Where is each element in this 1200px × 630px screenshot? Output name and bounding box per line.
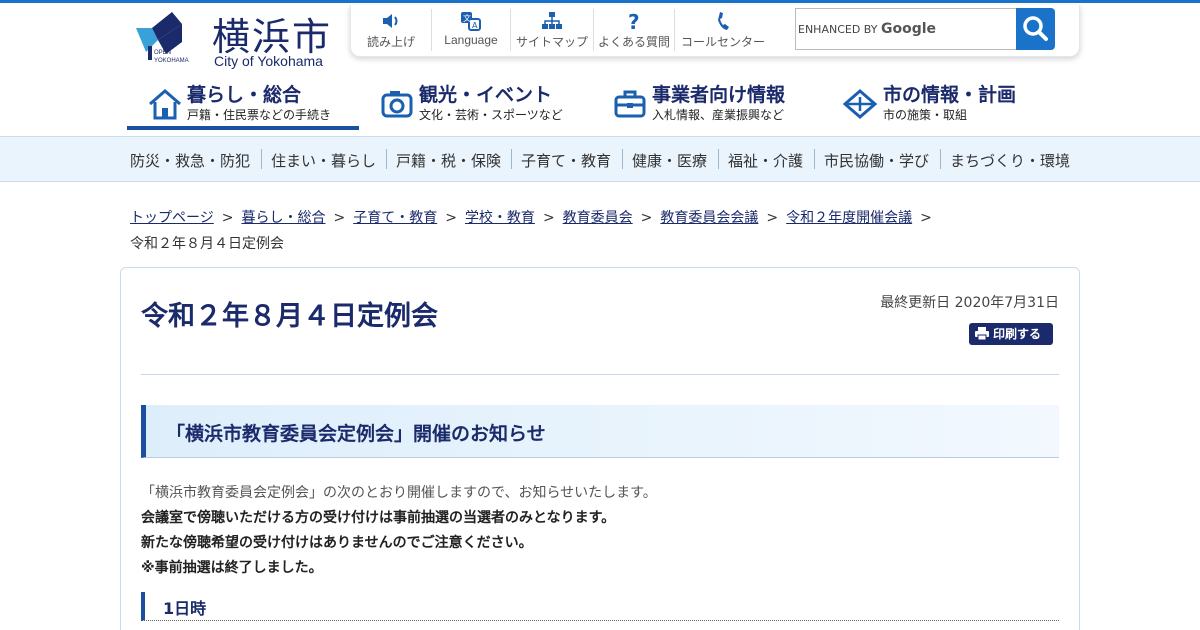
breadcrumb-separator: > (221, 210, 234, 226)
breadcrumb-separator: > (445, 210, 457, 226)
breadcrumb-separator: > (766, 210, 779, 226)
subnav-item-town-planning[interactable]: まちづくり・環境 (950, 150, 1070, 171)
sitemap-label: サイトマップ (515, 35, 588, 49)
speaker-icon (383, 14, 398, 28)
section-heading: 「横浜市教育委員会定例会」開催のお知らせ (141, 405, 1059, 458)
subnav-item-disaster[interactable]: 防災・救急・防犯 (130, 150, 250, 171)
sitemap-icon (542, 12, 562, 29)
sitemap-button[interactable]: サイトマップ (511, 11, 593, 51)
subnav-item-civic[interactable]: 市民協働・学び (824, 150, 929, 171)
subsection-heading-text: 1日時 (163, 599, 207, 618)
search-icon (1023, 16, 1048, 41)
breadcrumb-link[interactable]: 教育委員会会議 (660, 210, 758, 226)
diamond-icon (843, 89, 878, 119)
subnav-divider (622, 149, 623, 169)
nav-title: 市の情報・計画 (883, 84, 1017, 106)
svg-text:YOKOHAMA: YOKOHAMA (154, 58, 189, 64)
read-aloud-label: 読み上げ (366, 35, 415, 49)
notice-paragraph: ※事前抽選は終了しました。 (141, 560, 323, 576)
logo-subtitle: City of Yokohama (214, 53, 323, 69)
nav-item-city-info[interactable]: 市の情報・計画 市の施策・取組 (843, 78, 1063, 130)
notice-paragraph: 新たな傍聴希望の受け付けはありませんのでご注意ください。 (141, 535, 533, 551)
search-brand: Google (880, 21, 937, 37)
category-navigation: 防災・救急・防犯 住まい・暮らし 戸籍・税・保険 子育て・教育 健康・医療 福祉… (0, 136, 1200, 182)
breadcrumb-link[interactable]: 暮らし・総合 (241, 210, 325, 226)
page-title: 令和２年８月４日定例会 (141, 301, 438, 332)
subnav-divider (261, 149, 262, 169)
nav-item-tourism[interactable]: 観光・イベント 文化・芸術・スポーツなど (381, 78, 601, 130)
content-panel: 令和２年８月４日定例会 最終更新日 2020年7月31日 印刷する 「横浜市教育… (120, 267, 1080, 630)
search-input[interactable]: ENHANCED BY Google (795, 8, 1017, 50)
breadcrumb-separator: > (333, 210, 346, 226)
subnav-divider (814, 149, 815, 169)
call-center-button[interactable]: コールセンター (675, 11, 771, 51)
intro-paragraph: 「横浜市教育委員会定例会」の次のとおり開催しますので、お知らせいたします。 (141, 485, 657, 501)
site-search: ENHANCED BY Google (795, 8, 1055, 50)
nav-active-indicator (127, 126, 359, 130)
breadcrumb-link[interactable]: 令和２年度開催会議 (786, 210, 912, 226)
nav-subtitle: 戸籍・住民票などの手続き (187, 108, 332, 122)
logo-title: 横浜市 (212, 15, 333, 59)
svg-text:A: A (472, 21, 478, 30)
question-icon: ? (628, 11, 640, 31)
toolbox-icon (614, 90, 646, 118)
translate-icon: 文A (461, 12, 481, 31)
svg-text:文: 文 (463, 13, 471, 23)
notice-paragraph: 会議室で傍聴いただける方の受け付けは事前抽選の当選者のみとなります。 (141, 510, 616, 526)
nav-title: 事業者向け情報 (652, 84, 786, 106)
phone-icon (718, 12, 729, 30)
breadcrumb-current: 令和２年８月４日定例会 (130, 236, 284, 252)
faq-button[interactable]: ? よくある質問 (594, 11, 674, 51)
breadcrumb: トップページ > 暮らし・総合 > 子育て・教育 > 学校・教育 > 教育委員会 > 教育委員会会議… (130, 205, 1070, 257)
subnav-divider (940, 149, 941, 169)
yokohama-logo-mark-icon: OPEN YOKOHAMA (136, 12, 189, 64)
subnav-item-childcare[interactable]: 子育て・教育 (521, 150, 611, 171)
language-label: Language (444, 33, 498, 47)
print-button[interactable]: 印刷する (969, 323, 1053, 345)
nav-title: 暮らし・総合 (187, 84, 302, 106)
call-center-label: コールセンター (680, 35, 765, 49)
read-aloud-button[interactable]: 読み上げ (351, 11, 431, 51)
subnav-divider (718, 149, 719, 169)
subnav-item-registry[interactable]: 戸籍・税・保険 (396, 150, 501, 171)
subnav-item-health[interactable]: 健康・医療 (632, 150, 707, 171)
subnav-item-housing[interactable]: 住まい・暮らし (271, 150, 376, 171)
camera-icon (381, 91, 413, 118)
nav-title: 観光・イベント (419, 84, 553, 106)
breadcrumb-link[interactable]: 子育て・教育 (353, 210, 437, 226)
breadcrumb-separator: > (542, 210, 555, 226)
nav-item-living[interactable]: 暮らし・総合 戸籍・住民票などの手続き (127, 78, 359, 130)
last-updated: 最終更新日 2020年7月31日 (880, 295, 1059, 311)
nav-subtitle: 文化・芸術・スポーツなど (419, 108, 563, 122)
language-button[interactable]: 文A Language (432, 11, 510, 51)
house-icon (149, 89, 181, 120)
top-accent-line (0, 0, 1200, 3)
printer-icon (975, 327, 989, 340)
svg-text:?: ? (628, 11, 640, 31)
subnav-divider (511, 149, 512, 169)
svg-text:OPEN: OPEN (154, 50, 171, 56)
subnav-item-welfare[interactable]: 福祉・介護 (728, 150, 803, 171)
breadcrumb-link[interactable]: 教育委員会 (563, 210, 633, 226)
breadcrumb-link[interactable]: 学校・教育 (465, 210, 535, 226)
breadcrumb-separator: > (920, 210, 932, 226)
breadcrumb-link[interactable]: トップページ (130, 210, 214, 226)
section-heading-text: 「横浜市教育委員会定例会」開催のお知らせ (166, 423, 546, 445)
print-label: 印刷する (993, 327, 1042, 341)
search-button[interactable] (1016, 8, 1055, 50)
search-enhanced-label: ENHANCED BY (798, 23, 878, 36)
breadcrumb-separator: > (640, 210, 653, 226)
nav-subtitle: 入札情報、産業振興など (652, 108, 785, 122)
nav-item-business[interactable]: 事業者向け情報 入札情報、産業振興など (614, 78, 834, 130)
subnav-divider (386, 149, 387, 169)
site-logo[interactable]: OPEN YOKOHAMA 横浜市 City of Yokohama (132, 12, 332, 72)
subsection-heading: 1日時 (141, 592, 1059, 621)
faq-label: よくある質問 (597, 35, 670, 49)
main-navigation: 暮らし・総合 戸籍・住民票などの手続き 観光・イベント 文化・芸術・スポーツなど… (127, 78, 1077, 130)
nav-subtitle: 市の施策・取組 (883, 108, 968, 122)
title-divider (141, 374, 1059, 375)
